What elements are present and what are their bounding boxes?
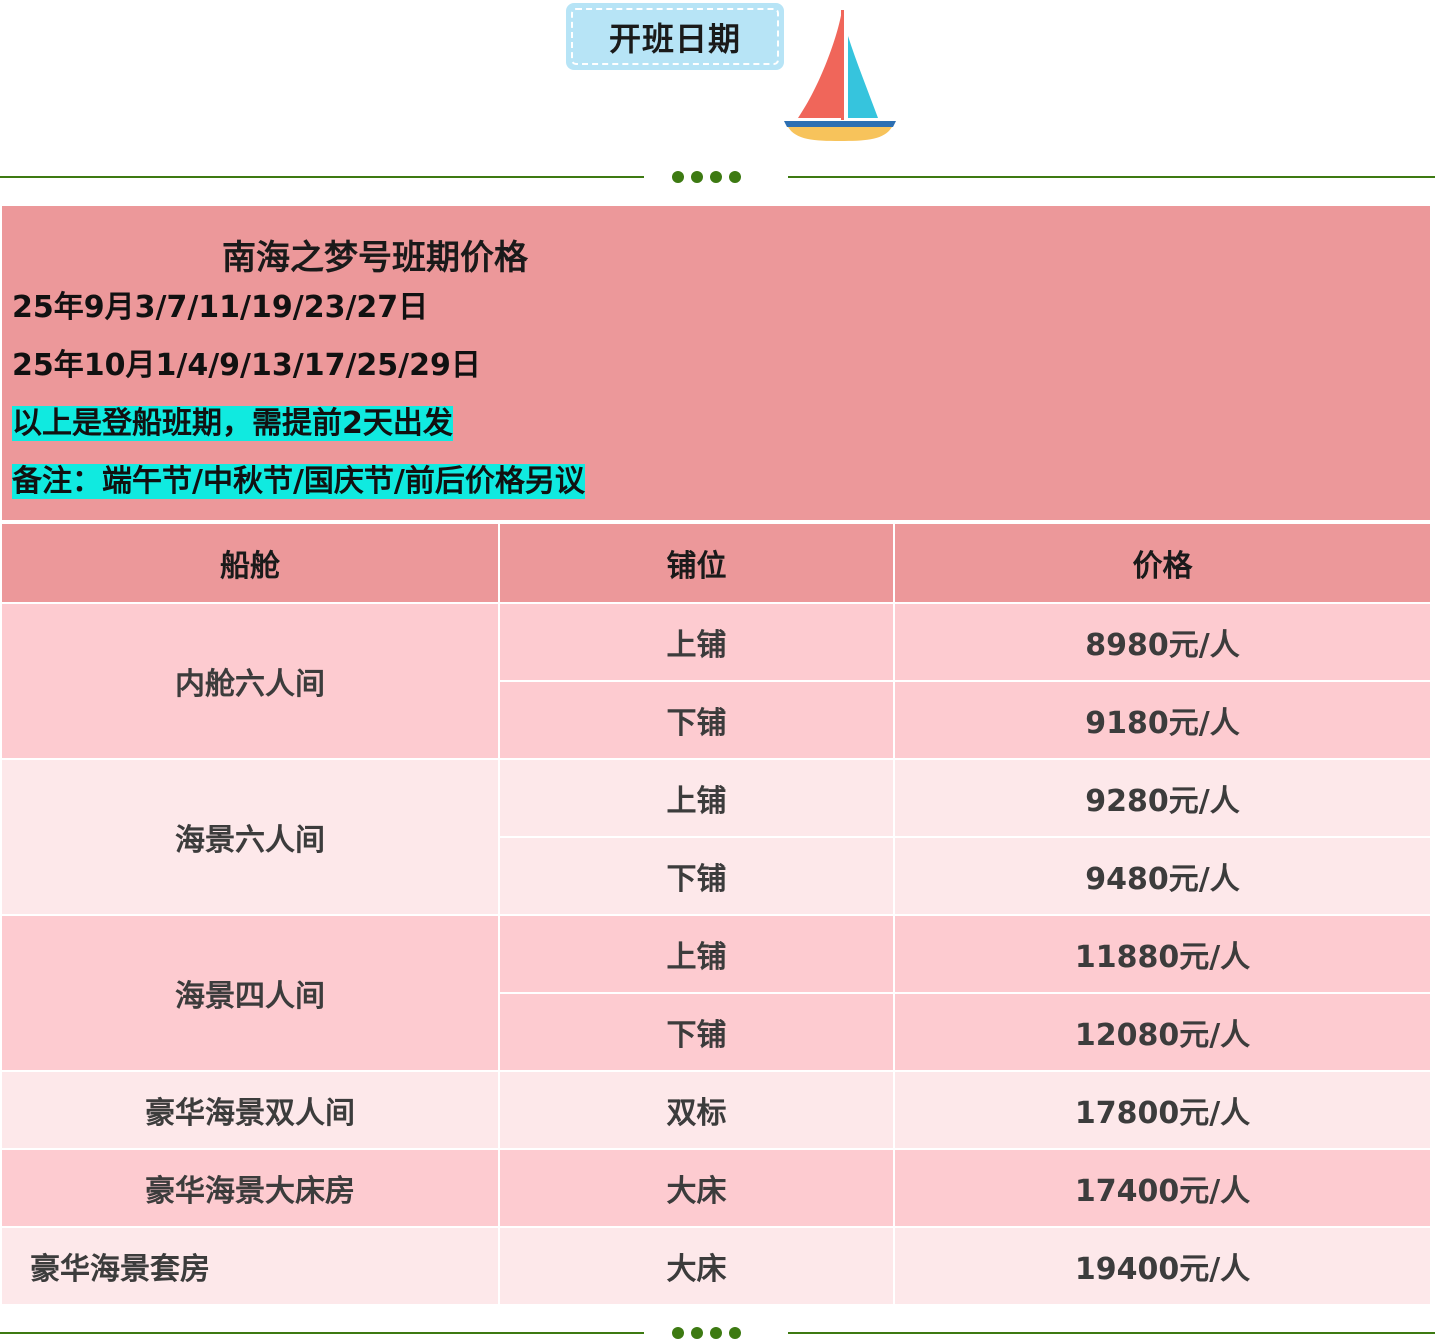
berth-cell: 大床 (500, 1228, 893, 1304)
table-row: 豪华海景套房 大床 19400元/人 (2, 1228, 1430, 1304)
sail-red (798, 10, 842, 118)
sailboat-icon (784, 10, 896, 141)
mast (841, 10, 844, 120)
price-table: 船舱 铺位 价格 内舱六人间 上铺 8980元/人 下铺 9180元/人 海景六… (0, 522, 1432, 1306)
schedule-october: 25年10月1/4/9/13/17/25/29日 (12, 348, 481, 383)
cabin-cell: 豪华海景套房 (2, 1228, 498, 1304)
schedule-september: 25年9月3/7/11/19/23/27日 (12, 290, 429, 325)
price-cell: 8980元/人 (895, 604, 1430, 680)
price-cell: 12080元/人 (895, 994, 1430, 1070)
bottom-divider (0, 1327, 1435, 1339)
berth-cell: 下铺 (500, 994, 893, 1070)
price-cell: 9480元/人 (895, 838, 1430, 914)
table-header-row: 船舱 铺位 价格 (2, 524, 1430, 602)
berth-cell: 下铺 (500, 682, 893, 758)
berth-cell: 上铺 (500, 604, 893, 680)
berth-cell: 上铺 (500, 760, 893, 836)
cabin-cell: 海景四人间 (2, 916, 498, 1070)
cabin-cell: 豪华海景大床房 (2, 1150, 498, 1226)
holiday-note-text: 备注：端午节/中秋节/国庆节/前后价格另议 (12, 464, 585, 499)
berth-cell: 双标 (500, 1072, 893, 1148)
table-row: 海景四人间 上铺 11880元/人 (2, 916, 1430, 1070)
price-cell: 17800元/人 (895, 1072, 1430, 1148)
price-cell: 9280元/人 (895, 760, 1430, 836)
berth-cell: 上铺 (500, 916, 893, 992)
panel-title: 南海之梦号班期价格 (222, 238, 528, 278)
holiday-note: 备注：端午节/中秋节/国庆节/前后价格另议 (12, 464, 585, 500)
schedule-panel: 南海之梦号班期价格 25年9月3/7/11/19/23/27日 25年10月1/… (2, 206, 1430, 520)
price-cell: 19400元/人 (895, 1228, 1430, 1304)
table-row: 豪华海景双人间 双标 17800元/人 (2, 1072, 1430, 1148)
price-cell: 11880元/人 (895, 916, 1430, 992)
table-row: 内舱六人间 上铺 8980元/人 (2, 604, 1430, 758)
section-title-badge: 开班日期 (566, 3, 784, 70)
price-cell: 9180元/人 (895, 682, 1430, 758)
hull-yellow (788, 127, 892, 141)
price-cell: 17400元/人 (895, 1150, 1430, 1226)
cabin-cell: 豪华海景双人间 (2, 1072, 498, 1148)
departure-note: 以上是登船班期，需提前2天出发 (12, 406, 453, 442)
berth-cell: 大床 (500, 1150, 893, 1226)
top-divider (0, 171, 1435, 183)
header-berth: 铺位 (500, 524, 893, 602)
table-row: 海景六人间 上铺 9280元/人 (2, 760, 1430, 914)
header-price: 价格 (895, 524, 1430, 602)
cabin-cell: 海景六人间 (2, 760, 498, 914)
cabin-cell: 内舱六人间 (2, 604, 498, 758)
section-title: 开班日期 (608, 19, 741, 58)
berth-cell: 下铺 (500, 838, 893, 914)
header-cabin: 船舱 (2, 524, 498, 602)
sail-blue (848, 36, 878, 118)
hull-blue (784, 121, 896, 127)
table-row: 豪华海景大床房 大床 17400元/人 (2, 1150, 1430, 1226)
departure-note-text: 以上是登船班期，需提前2天出发 (12, 406, 453, 441)
